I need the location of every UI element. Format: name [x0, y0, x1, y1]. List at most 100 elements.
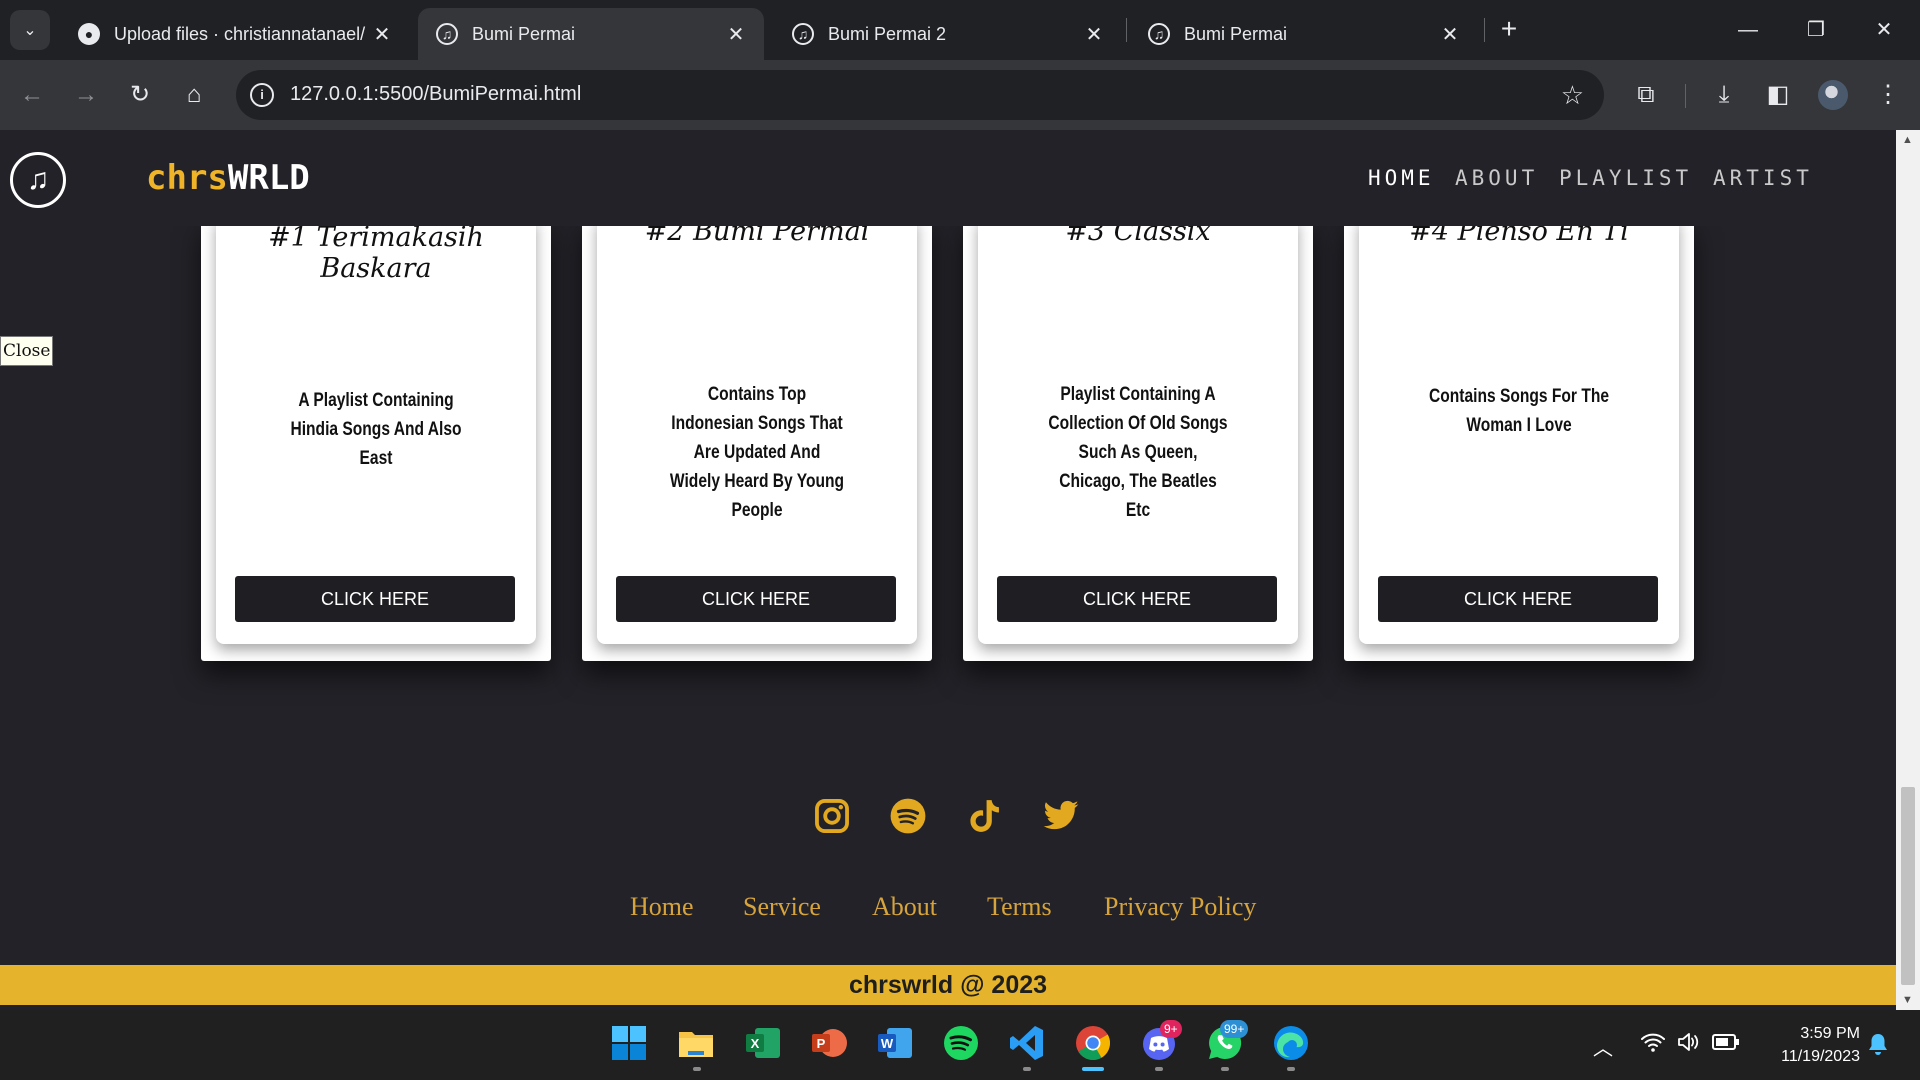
home-icon[interactable]: ⌂: [176, 77, 212, 113]
brand-rest: WRLD: [227, 158, 310, 198]
tab-upload-files[interactable]: ● Upload files · christiannatanael/ ✕: [60, 8, 410, 60]
address-bar[interactable]: i 127.0.0.1:5500/BumiPermai.html ☆: [236, 70, 1604, 120]
close-button[interactable]: Close: [0, 336, 54, 366]
spotify-icon[interactable]: [889, 797, 927, 835]
extensions-icon[interactable]: ⧉: [1628, 77, 1664, 113]
nav-home[interactable]: HOME: [1368, 166, 1435, 190]
click-here-button[interactable]: CLICK HERE: [616, 576, 896, 622]
running-indicator: [1287, 1067, 1295, 1071]
running-indicator: [1155, 1067, 1163, 1071]
toolbar-separator: [1685, 84, 1686, 108]
tab-bumi-permai-2[interactable]: ♫ Bumi Permai 2 ✕: [774, 8, 1122, 60]
browser-toolbar: ← → ↻ ⌂ i 127.0.0.1:5500/BumiPermai.html…: [0, 60, 1920, 130]
tab-bumi-permai-3[interactable]: ♫ Bumi Permai ✕: [1130, 8, 1478, 60]
card-description: Contains Top Indonesian Songs That Are U…: [669, 384, 845, 521]
footer-link-home[interactable]: Home: [630, 892, 694, 922]
new-tab-icon[interactable]: +: [1494, 14, 1524, 44]
music-note-icon[interactable]: ♫: [10, 152, 66, 208]
nav-about[interactable]: ABOUT: [1455, 166, 1538, 190]
click-here-button[interactable]: CLICK HERE: [235, 576, 515, 622]
side-panel-icon[interactable]: ◧: [1760, 77, 1796, 113]
close-icon[interactable]: ✕: [1082, 22, 1106, 47]
scroll-down-icon[interactable]: ▼: [1902, 994, 1913, 1006]
tab-separator: [1484, 18, 1485, 42]
scroll-up-icon[interactable]: ▲: [1902, 134, 1913, 146]
click-here-button[interactable]: CLICK HERE: [997, 576, 1277, 622]
playlist-card: #2 Bumi Permai Contains Top Indonesian S…: [582, 216, 932, 661]
url-text[interactable]: 127.0.0.1:5500/BumiPermai.html: [290, 83, 581, 106]
chevron-down-icon: ⌄: [23, 22, 37, 39]
footer-link-terms[interactable]: Terms: [987, 892, 1052, 922]
chrome-icon[interactable]: [1073, 1023, 1113, 1063]
tiktok-icon[interactable]: [966, 797, 1004, 835]
bookmark-star-icon[interactable]: ☆: [1561, 80, 1584, 111]
page-scrollbar[interactable]: ▲ ▼: [1896, 130, 1920, 1010]
click-here-button[interactable]: CLICK HERE: [1378, 576, 1658, 622]
card-title: #1 Terimakasih Baskara: [268, 222, 484, 284]
word-icon[interactable]: W: [875, 1023, 915, 1063]
edge-icon[interactable]: [1271, 1023, 1311, 1063]
clock-time: 3:59 PM: [1800, 1025, 1860, 1042]
music-note-icon: ♫: [792, 23, 814, 45]
reload-icon[interactable]: ↻: [122, 77, 158, 113]
tab-title: Bumi Permai 2: [828, 23, 947, 44]
profile-avatar[interactable]: [1818, 80, 1848, 110]
instagram-icon[interactable]: [813, 797, 851, 835]
card-description: Playlist Containing A Collection Of Old …: [1048, 384, 1228, 521]
tab-title: Upload files · christiannatanael/: [114, 23, 366, 44]
windows-taskbar: X P W 9+ 99+ ︿ 3:59 PM 11/19/2023: [0, 1010, 1920, 1080]
file-explorer-icon[interactable]: [676, 1023, 716, 1063]
wifi-icon[interactable]: [1640, 1030, 1666, 1054]
playlist-card: #3 Classix Playlist Containing A Collect…: [963, 216, 1313, 661]
card-description: Contains Songs For The Woman I Love: [1428, 386, 1610, 436]
site-header: ♫ chrsWRLD HOME ABOUT PLAYLIST ARTIST: [0, 130, 1896, 226]
scrollbar-thumb[interactable]: [1901, 787, 1915, 985]
system-clock[interactable]: 3:59 PM 11/19/2023: [1740, 1022, 1860, 1068]
restore-icon[interactable]: ❐: [1796, 12, 1836, 48]
site-brand[interactable]: chrsWRLD: [146, 158, 310, 198]
card-body: #2 Bumi Permai Contains Top Indonesian S…: [597, 216, 917, 644]
svg-text:W: W: [881, 1036, 894, 1051]
twitter-icon[interactable]: [1042, 797, 1080, 835]
spotify-icon[interactable]: [941, 1023, 981, 1063]
window-close-icon[interactable]: ✕: [1864, 12, 1904, 48]
footer-link-service[interactable]: Service: [743, 892, 821, 922]
minimize-icon[interactable]: —: [1728, 12, 1768, 48]
copyright-bar: chrswrld @ 2023: [0, 965, 1896, 1005]
active-app-indicator: [1082, 1067, 1104, 1071]
card-body: #1 Terimakasih Baskara A Playlist Contai…: [216, 218, 536, 644]
close-icon[interactable]: ✕: [370, 22, 394, 47]
card-body: #4 Pienso En Ti Contains Songs For The W…: [1359, 216, 1679, 644]
nav-artist[interactable]: ARTIST: [1713, 166, 1813, 190]
footer-link-privacy-policy[interactable]: Privacy Policy: [1104, 892, 1256, 922]
close-icon[interactable]: ✕: [1438, 22, 1462, 47]
windows-start-icon[interactable]: [609, 1023, 649, 1063]
music-note-icon: ♫: [436, 23, 458, 45]
notification-bell-icon[interactable]: [1867, 1032, 1889, 1056]
tab-title: Bumi Permai: [472, 23, 576, 44]
clock-date: 11/19/2023: [1781, 1048, 1860, 1065]
back-arrow-icon[interactable]: ←: [14, 77, 50, 113]
tab-bumi-permai[interactable]: ♫ Bumi Permai ✕: [418, 8, 764, 60]
chevron-up-icon[interactable]: ︿: [1593, 1032, 1613, 1061]
running-indicator: [693, 1067, 701, 1071]
vscode-icon[interactable]: [1007, 1023, 1047, 1063]
menu-kebab-icon[interactable]: ⋮: [1870, 77, 1906, 113]
speaker-icon[interactable]: [1676, 1030, 1702, 1054]
browser-tab-bar: ⌄ ● Upload files · christiannatanael/ ✕ …: [0, 0, 1920, 60]
playlist-card: #1 Terimakasih Baskara A Playlist Contai…: [201, 218, 551, 661]
battery-icon[interactable]: [1712, 1032, 1740, 1052]
discord-notification-badge: 9+: [1160, 1020, 1182, 1038]
tab-search-button[interactable]: ⌄: [10, 10, 50, 50]
download-icon[interactable]: ⤓: [1706, 77, 1742, 113]
forward-arrow-icon[interactable]: →: [68, 77, 104, 113]
running-indicator: [1221, 1067, 1229, 1071]
footer-link-about[interactable]: About: [872, 892, 937, 922]
music-note-icon: ♫: [1148, 23, 1170, 45]
excel-icon[interactable]: X: [743, 1023, 783, 1063]
powerpoint-icon[interactable]: P: [809, 1023, 849, 1063]
site-info-icon[interactable]: i: [250, 83, 274, 107]
nav-playlist[interactable]: PLAYLIST: [1559, 166, 1692, 190]
running-indicator: [1023, 1067, 1031, 1071]
close-icon[interactable]: ✕: [724, 22, 748, 47]
